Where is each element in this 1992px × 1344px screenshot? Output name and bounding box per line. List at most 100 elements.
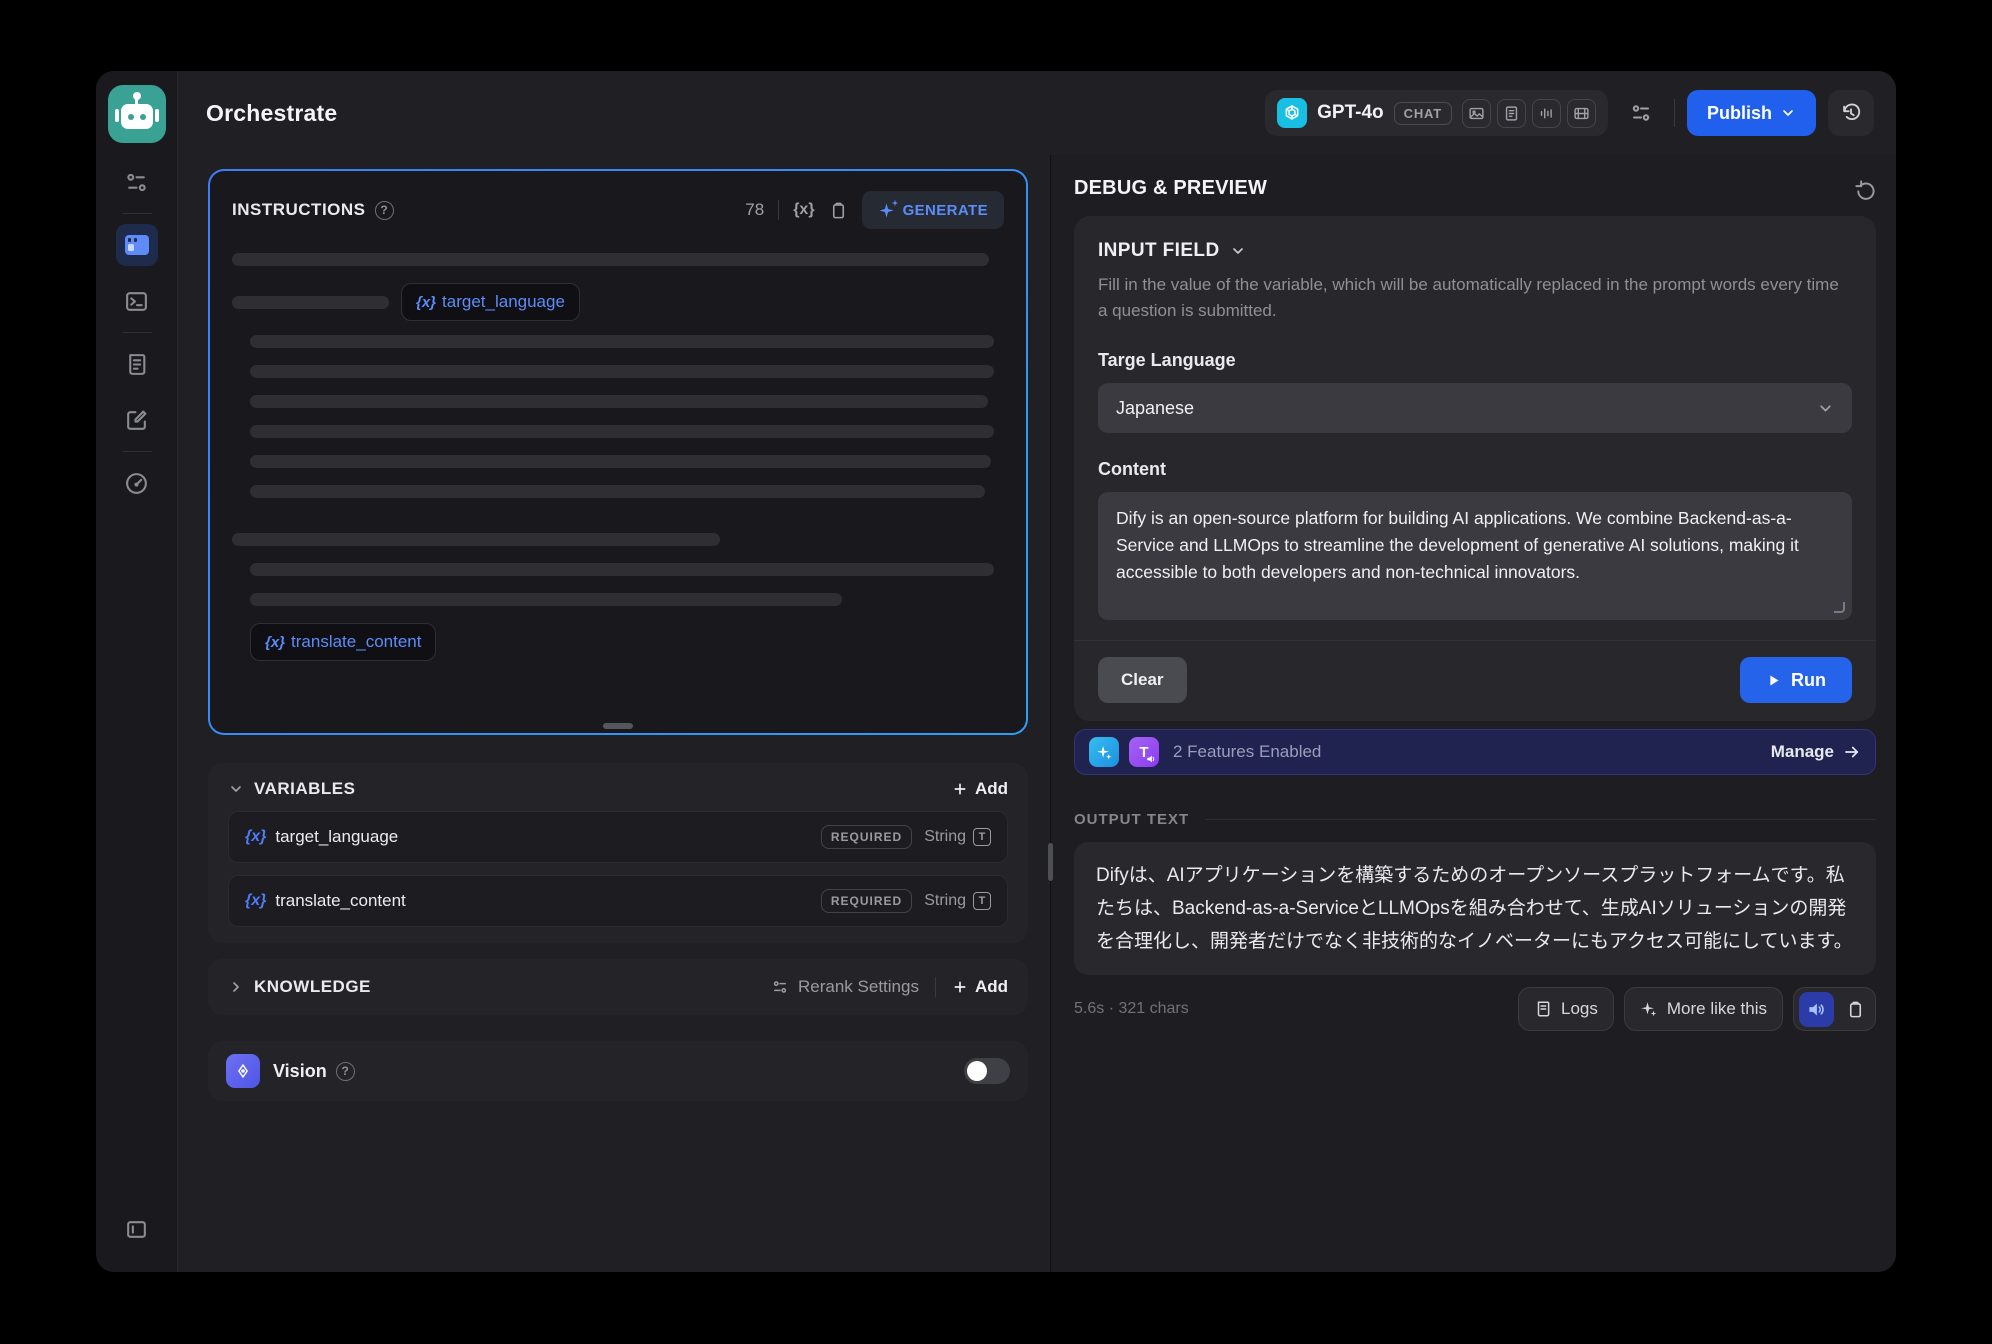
robot-ear-right: [155, 109, 159, 122]
copy-output-button[interactable]: [1840, 992, 1870, 1027]
plus-icon: [952, 979, 968, 995]
resize-handle[interactable]: [603, 723, 633, 729]
generate-label: GENERATE: [903, 202, 988, 219]
vision-toggle[interactable]: [964, 1058, 1010, 1084]
robot-eye: [128, 114, 134, 120]
app-logo-robot[interactable]: [108, 85, 166, 143]
variable-type-label: String: [924, 892, 966, 910]
variable-chip-translate-content[interactable]: {x} translate_content: [250, 623, 436, 661]
language-field-label: Targe Language: [1098, 350, 1852, 371]
topbar-divider: [1674, 99, 1675, 127]
skeleton-line: [250, 365, 994, 378]
help-icon[interactable]: ?: [336, 1062, 355, 1081]
chevron-down-icon: [1230, 243, 1246, 259]
vision-icon: [226, 1054, 260, 1088]
panel-resize-handle[interactable]: [1048, 843, 1053, 881]
page-title: Orchestrate: [206, 100, 337, 127]
sidebar-item-orchestrate[interactable]: [116, 224, 158, 266]
required-badge: REQUIRED: [821, 825, 912, 849]
input-field-header[interactable]: INPUT FIELD: [1098, 240, 1852, 262]
restart-button[interactable]: [1853, 177, 1876, 200]
rerank-settings-button[interactable]: Rerank Settings: [771, 977, 919, 997]
variable-row[interactable]: {x} translate_content REQUIRED String T: [228, 875, 1008, 927]
run-label: Run: [1791, 670, 1826, 691]
clear-button[interactable]: Clear: [1098, 657, 1187, 703]
app-window: Orchestrate GPT-4o CHAT: [96, 71, 1896, 1272]
skeleton-line: [250, 563, 994, 576]
variable-chip-label: target_language: [442, 292, 565, 312]
prompt-editor[interactable]: {x} target_language: [232, 253, 1004, 675]
collapse-panel-icon: [124, 1217, 149, 1242]
features-enabled-text: 2 Features Enabled: [1173, 742, 1321, 762]
variable-token: {x}: [416, 294, 436, 311]
app-config-icon[interactable]: [1620, 92, 1662, 134]
sparkle-icon: [1640, 1000, 1658, 1018]
manage-features-button[interactable]: Manage: [1771, 742, 1861, 762]
output-meta: 5.6s · 321 chars: [1074, 1000, 1189, 1018]
model-settings-icon[interactable]: [116, 161, 158, 203]
chevron-down-icon[interactable]: [228, 781, 244, 797]
chevron-down-icon: [1817, 400, 1834, 417]
refresh-icon: [1853, 177, 1876, 200]
publish-label: Publish: [1707, 103, 1772, 124]
play-audio-button[interactable]: [1799, 992, 1834, 1027]
content-textarea[interactable]: Dify is an open-source platform for buil…: [1098, 492, 1852, 620]
vision-capability-icon: [1462, 99, 1491, 128]
model-name: GPT-4o: [1317, 102, 1384, 124]
variables-title: VARIABLES: [254, 779, 355, 799]
variable-chip-label: translate_content: [291, 632, 421, 652]
plus-icon: [952, 781, 968, 797]
help-icon[interactable]: ?: [375, 201, 394, 220]
sidebar-item-logs[interactable]: [116, 343, 158, 385]
variable-type[interactable]: String T: [924, 892, 991, 910]
variable-token: {x}: [265, 634, 285, 651]
sidebar-item-terminal[interactable]: [116, 280, 158, 322]
insert-variable-icon[interactable]: {x}: [793, 201, 814, 219]
sidebar-divider: [122, 332, 152, 333]
model-selector[interactable]: GPT-4o CHAT: [1265, 90, 1608, 136]
add-knowledge-button[interactable]: Add: [952, 977, 1008, 997]
robot-ear-left: [115, 109, 119, 122]
selected-language: Japanese: [1116, 398, 1194, 419]
chevron-right-icon[interactable]: [228, 979, 244, 995]
card-divider: [1074, 640, 1876, 641]
skeleton-line: [250, 455, 991, 468]
more-like-this-button[interactable]: More like this: [1624, 987, 1783, 1031]
text-to-speech-feature-icon: T: [1129, 737, 1159, 767]
instructions-title: INSTRUCTIONS: [232, 200, 366, 220]
sidebar-item-monitoring[interactable]: [116, 462, 158, 504]
logs-button[interactable]: Logs: [1518, 987, 1614, 1031]
generate-button[interactable]: GENERATE: [862, 191, 1004, 229]
sidebar-item-annotation[interactable]: [116, 399, 158, 441]
variable-row[interactable]: {x} target_language REQUIRED String T: [228, 811, 1008, 863]
output-text-title: OUTPUT TEXT: [1074, 811, 1189, 828]
input-field-title: INPUT FIELD: [1098, 240, 1220, 262]
window-icon: [125, 235, 149, 255]
variable-name: target_language: [275, 827, 398, 847]
publish-button[interactable]: Publish: [1687, 90, 1816, 136]
variable-type[interactable]: String T: [924, 828, 991, 846]
sidebar-divider: [122, 213, 152, 214]
collapse-sidebar-button[interactable]: [116, 1208, 158, 1250]
variable-token: {x}: [245, 892, 266, 910]
skeleton-line: [250, 593, 842, 606]
chevron-down-icon: [1780, 105, 1796, 121]
logs-icon: [124, 352, 149, 377]
skeleton-line: [232, 253, 989, 266]
run-button[interactable]: Run: [1740, 657, 1852, 703]
sparkle-icon: [878, 202, 895, 219]
openai-logo-icon: [1277, 98, 1307, 128]
model-mode-badge: CHAT: [1394, 102, 1452, 125]
instructions-panel: INSTRUCTIONS ? 78 {x}: [208, 169, 1028, 735]
output-tools: [1793, 987, 1876, 1031]
variable-chip-target-language[interactable]: {x} target_language: [401, 283, 580, 321]
edit-icon: [124, 408, 149, 433]
variable-name: translate_content: [275, 891, 405, 911]
history-button[interactable]: [1828, 90, 1874, 136]
target-language-select[interactable]: Japanese: [1098, 383, 1852, 433]
model-capabilities: [1462, 99, 1596, 128]
speaker-icon: [1807, 1000, 1826, 1019]
add-variable-button[interactable]: Add: [952, 779, 1008, 799]
variable-type-label: String: [924, 828, 966, 846]
copy-icon[interactable]: [829, 201, 848, 220]
